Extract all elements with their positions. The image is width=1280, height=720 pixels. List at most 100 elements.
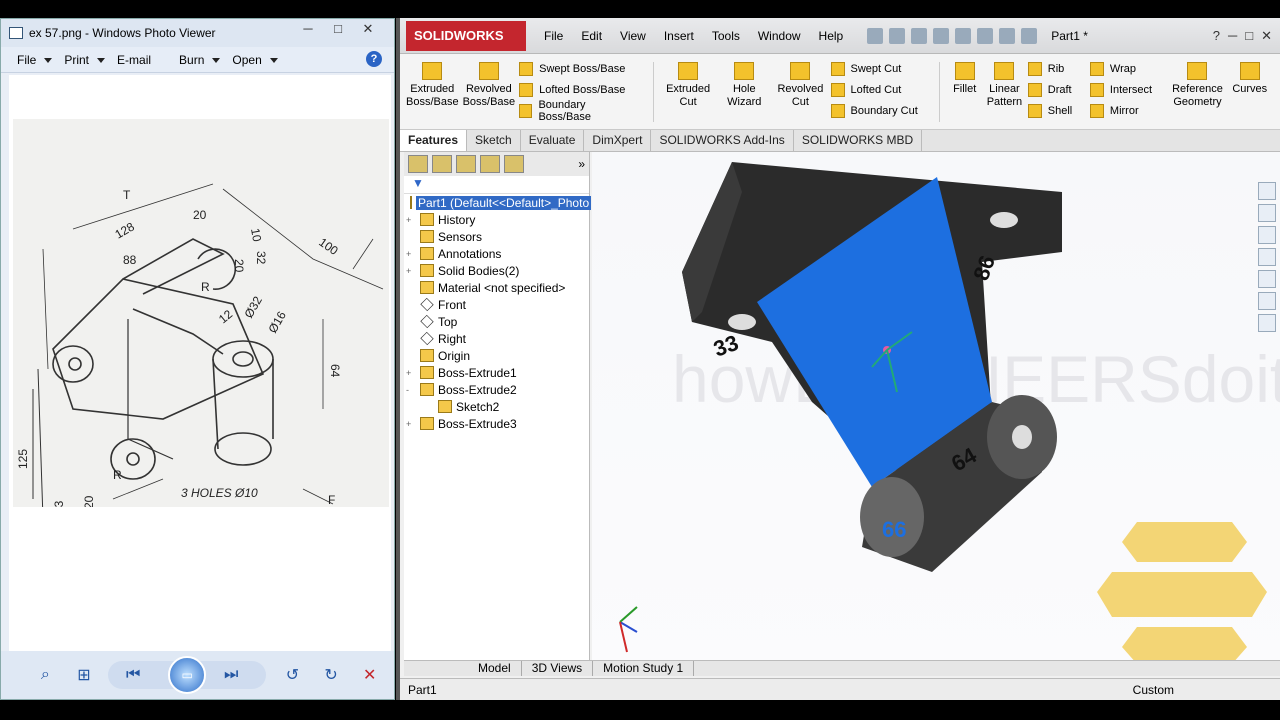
tab-evaluate[interactable]: Evaluate (521, 130, 585, 151)
feature-manager-icon[interactable] (408, 155, 428, 173)
previous-icon[interactable]: ⏮ (116, 662, 150, 688)
linear-pattern-button[interactable]: Linear Pattern (985, 58, 1024, 109)
tree-node[interactable]: Top (404, 313, 589, 330)
new-icon[interactable] (867, 27, 884, 44)
home-icon[interactable] (1258, 182, 1276, 200)
save-icon[interactable] (911, 27, 928, 44)
property-manager-icon[interactable] (432, 155, 452, 173)
menu-print[interactable]: Print (64, 53, 105, 67)
rotate-cw-icon[interactable]: ↻ (317, 662, 346, 688)
options-icon[interactable] (1021, 27, 1038, 44)
wrap-button[interactable]: Wrap (1089, 58, 1160, 79)
graphics-viewport[interactable]: howENGINEERSdoit 86 33 64 66 (592, 152, 1280, 674)
tab-model[interactable]: Model (468, 661, 522, 676)
curves-button[interactable]: Curves (1229, 58, 1270, 96)
boundary-boss-button[interactable]: Boundary Boss/Base (519, 99, 635, 123)
tree-node[interactable]: Right (404, 330, 589, 347)
maximize-icon[interactable]: □ (323, 21, 353, 39)
expand-toggle-icon[interactable]: + (406, 419, 416, 429)
minimize-icon[interactable]: ─ (1228, 28, 1237, 44)
menu-open[interactable]: Open (232, 53, 279, 67)
tree-node[interactable]: Sensors (404, 228, 589, 245)
expand-toggle-icon[interactable]: + (406, 215, 416, 225)
extruded-boss-button[interactable]: Extruded Boss/Base (406, 58, 459, 109)
expand-toggle-icon[interactable]: + (406, 266, 416, 276)
minimize-icon[interactable]: ─ (293, 21, 323, 39)
zoom-icon[interactable]: ⌕ (31, 662, 60, 688)
tab-dimxpert[interactable]: DimXpert (584, 130, 652, 151)
revolved-cut-button[interactable]: Revolved Cut (774, 58, 826, 109)
intersect-button[interactable]: Intersect (1089, 79, 1160, 100)
swept-cut-button[interactable]: Swept Cut (830, 58, 922, 79)
tree-node[interactable]: Origin (404, 347, 589, 364)
custom-properties-icon[interactable] (1258, 314, 1276, 332)
slideshow-icon[interactable]: ▭ (168, 656, 207, 694)
display-manager-icon[interactable] (504, 155, 524, 173)
menu-email[interactable]: E-mail (117, 53, 151, 67)
tree-node[interactable]: Sketch2 (404, 398, 589, 415)
menu-view[interactable]: View (620, 29, 646, 43)
actual-size-icon[interactable]: ⊞ (70, 662, 99, 688)
rotate-ccw-icon[interactable]: ↺ (278, 662, 307, 688)
swept-boss-button[interactable]: Swept Boss/Base (519, 58, 635, 79)
draft-button[interactable]: Draft (1027, 79, 1080, 100)
tree-node[interactable]: Material <not specified> (404, 279, 589, 296)
close-icon[interactable]: ✕ (1261, 28, 1272, 44)
shell-button[interactable]: Shell (1027, 100, 1080, 121)
configuration-manager-icon[interactable] (456, 155, 476, 173)
expand-toggle-icon[interactable]: + (406, 368, 416, 378)
expand-icon[interactable]: » (578, 157, 585, 171)
hole-wizard-button[interactable]: Hole Wizard (718, 58, 770, 109)
units-selector[interactable]: Custom (1133, 683, 1174, 697)
tree-node[interactable]: + Solid Bodies(2) (404, 262, 589, 279)
tree-node[interactable]: + Annotations (404, 245, 589, 262)
maximize-icon[interactable]: □ (1245, 28, 1253, 44)
tree-node[interactable]: + Boss-Extrude1 (404, 364, 589, 381)
menu-tools[interactable]: Tools (712, 29, 740, 43)
tree-node[interactable]: Part1 (Default<<Default>_Photo (404, 194, 592, 211)
tree-node[interactable]: + History (404, 211, 589, 228)
resources-icon[interactable] (1258, 204, 1276, 222)
view-palette-icon[interactable] (1258, 270, 1276, 288)
revolved-boss-button[interactable]: Revolved Boss/Base (463, 58, 515, 109)
help-icon[interactable]: ? (1213, 28, 1220, 44)
tab-sketch[interactable]: Sketch (467, 130, 521, 151)
mirror-button[interactable]: Mirror (1089, 100, 1160, 121)
lofted-cut-button[interactable]: Lofted Cut (830, 79, 922, 100)
menu-window[interactable]: Window (758, 29, 801, 43)
fillet-button[interactable]: Fillet (948, 58, 981, 96)
menu-file[interactable]: File (17, 53, 53, 67)
file-explorer-icon[interactable] (1258, 248, 1276, 266)
rib-button[interactable]: Rib (1027, 58, 1080, 79)
next-icon[interactable]: ⏭ (214, 662, 248, 688)
tree-node[interactable]: + Boss-Extrude3 (404, 415, 589, 432)
lofted-boss-button[interactable]: Lofted Boss/Base (519, 79, 635, 100)
open-icon[interactable] (889, 27, 906, 44)
solidworks-logo[interactable]: SOLIDWORKS (406, 20, 526, 51)
expand-toggle-icon[interactable]: - (406, 385, 416, 395)
delete-icon[interactable]: ✕ (355, 662, 384, 688)
select-icon[interactable] (977, 27, 994, 44)
close-icon[interactable]: ✕ (353, 21, 383, 39)
tab-mbd[interactable]: SOLIDWORKS MBD (794, 130, 923, 151)
tab-motion-study[interactable]: Motion Study 1 (593, 661, 695, 676)
tab-addins[interactable]: SOLIDWORKS Add-Ins (651, 130, 794, 151)
help-icon[interactable]: ? (366, 51, 382, 67)
appearances-icon[interactable] (1258, 292, 1276, 310)
menu-help[interactable]: Help (819, 29, 844, 43)
triad-icon[interactable] (619, 606, 638, 653)
dimxpert-manager-icon[interactable] (480, 155, 500, 173)
reference-geometry-button[interactable]: Reference Geometry (1169, 58, 1225, 109)
boundary-cut-button[interactable]: Boundary Cut (830, 100, 922, 121)
menu-edit[interactable]: Edit (581, 29, 602, 43)
design-library-icon[interactable] (1258, 226, 1276, 244)
filter-icon[interactable]: ▼ (404, 176, 589, 194)
menu-burn[interactable]: Burn (179, 53, 222, 67)
menu-file[interactable]: File (544, 29, 563, 43)
tree-node[interactable]: - Boss-Extrude2 (404, 381, 589, 398)
tab-3d-views[interactable]: 3D Views (522, 661, 594, 676)
extruded-cut-button[interactable]: Extruded Cut (662, 58, 714, 109)
tab-features[interactable]: Features (400, 130, 468, 151)
expand-toggle-icon[interactable]: + (406, 249, 416, 259)
undo-icon[interactable] (955, 27, 972, 44)
